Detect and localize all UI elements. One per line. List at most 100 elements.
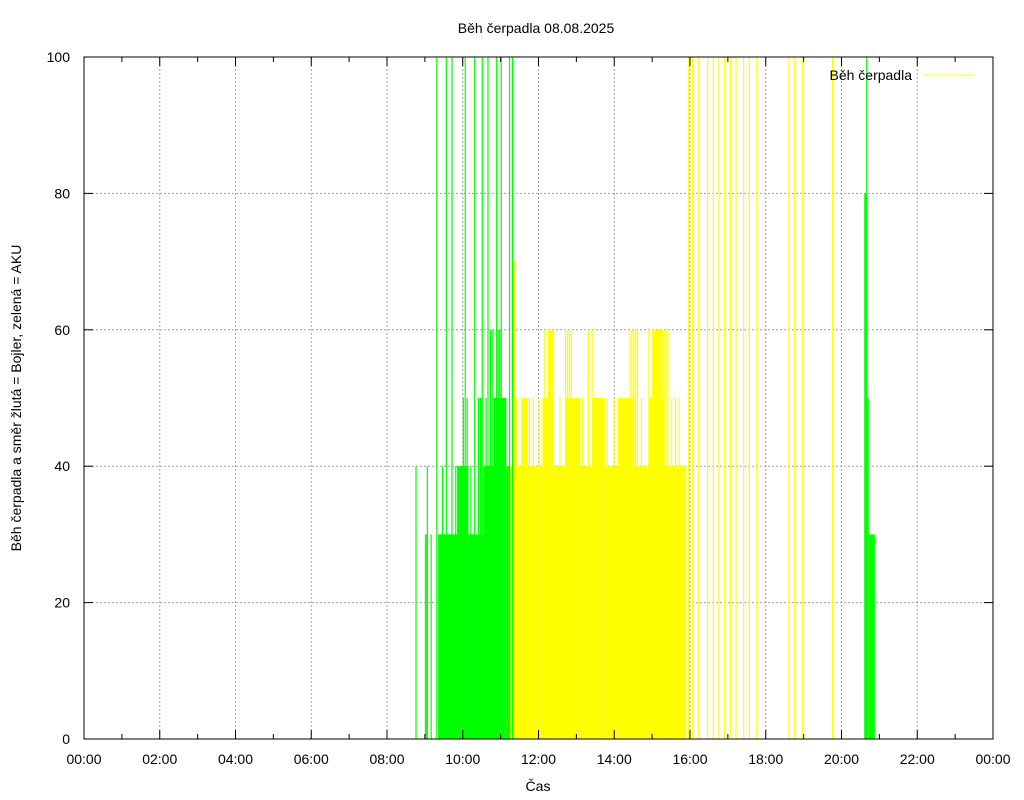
bar-spike — [538, 398, 540, 739]
bar-spike — [515, 398, 517, 739]
bar-spike — [436, 57, 438, 739]
bar-block — [591, 398, 605, 739]
bar-spike — [508, 57, 511, 739]
bar-spike — [470, 466, 472, 739]
bar-spike — [464, 57, 466, 739]
bar-spike — [748, 57, 750, 739]
bar-spike — [582, 398, 584, 739]
bar-spike — [490, 329, 492, 739]
x-tick-label: 12:00 — [521, 751, 556, 767]
x-tick-label: 20:00 — [824, 751, 859, 767]
bar-spike — [462, 398, 464, 739]
bar-spike — [718, 57, 720, 739]
x-tick-label: 02:00 — [142, 751, 177, 767]
x-tick-labels: 00:00 02:00 04:00 06:00 08:00 10:00 12:00 14:00… — [66, 751, 1010, 767]
x-tick-label: 16:00 — [672, 751, 707, 767]
bar-spike — [635, 329, 637, 739]
x-tick-label: 18:00 — [748, 751, 783, 767]
bar-spike — [707, 57, 709, 739]
bar-spike — [661, 329, 663, 739]
bar-spike — [712, 57, 714, 739]
bar-spike — [529, 398, 531, 739]
bar-spike — [523, 398, 525, 739]
bar-spike — [743, 57, 745, 739]
bar-spike — [652, 329, 654, 739]
bar-spike — [532, 398, 535, 739]
bar-spike — [551, 329, 553, 739]
bar-spike — [445, 57, 447, 739]
bar-spike — [458, 466, 461, 739]
bar-spike — [614, 398, 616, 739]
bar-spike — [674, 398, 677, 739]
bar-spike — [485, 398, 487, 739]
bar-spike — [729, 57, 731, 739]
bar-block — [580, 466, 592, 739]
bar-spike — [565, 329, 567, 739]
bar-spike — [426, 466, 428, 739]
bar-spike — [493, 398, 496, 739]
pump-run-chart: Běh čerpadla 08.08.2025 00:00 02:00 04:00 0… — [8, 20, 1011, 794]
bar-spike — [544, 329, 546, 739]
y-tick-label: 0 — [62, 731, 70, 747]
bar-spike — [678, 398, 680, 739]
bar-spike — [801, 57, 803, 739]
bar-spike — [481, 57, 483, 739]
bar-spike — [441, 466, 444, 739]
y-tick-label: 20 — [54, 595, 70, 611]
bar-spike — [667, 329, 669, 739]
bar-block — [868, 534, 875, 739]
bar-spike — [636, 329, 639, 739]
bar-spike — [576, 398, 578, 739]
bar-spike — [547, 329, 550, 739]
bar-spike — [671, 398, 673, 739]
bar-spike — [504, 466, 506, 739]
bar-spike — [648, 329, 650, 739]
bar-spike — [474, 57, 476, 739]
legend-label: Běh čerpadla — [829, 67, 912, 83]
y-tick-labels: 0 20 40 60 80 100 — [47, 49, 71, 747]
bar-spike — [697, 57, 699, 739]
bar-spike — [568, 329, 570, 739]
bar-spike — [657, 329, 660, 739]
bar-spike — [595, 398, 597, 739]
bar-spike — [631, 329, 633, 739]
bar-block — [438, 534, 458, 739]
bar-spike — [451, 57, 453, 739]
chart-title: Běh čerpadla 08.08.2025 — [458, 20, 615, 36]
bar-spike — [724, 57, 726, 739]
y-tick-label: 100 — [47, 49, 71, 65]
x-tick-label: 08:00 — [369, 751, 404, 767]
bar-spike — [497, 329, 499, 739]
x-tick-label: 00:00 — [66, 751, 101, 767]
bar-spike — [479, 398, 481, 739]
bar-block — [424, 534, 427, 739]
bar-spike — [499, 329, 501, 739]
bar-spike — [621, 398, 624, 739]
bar-spike — [492, 329, 494, 739]
bar-spike — [735, 57, 737, 739]
bar-spike — [566, 329, 569, 739]
bar-spike — [477, 398, 480, 739]
x-tick-label: 06:00 — [294, 751, 329, 767]
y-tick-label: 40 — [54, 458, 70, 474]
bar-spike — [511, 57, 514, 739]
y-axis-label: Běh čerpadla a směr žlutá = Bojler, zele… — [8, 245, 24, 552]
plot-area — [415, 57, 875, 739]
x-axis-label: Čas — [526, 778, 551, 794]
bar-spike — [502, 398, 504, 739]
x-tick-label: 22:00 — [900, 751, 935, 767]
bar-spike — [629, 329, 631, 739]
bar-spike — [788, 57, 790, 739]
bar-spike — [665, 329, 667, 739]
bar-spike — [756, 57, 758, 739]
legend: Běh čerpadla — [829, 67, 974, 83]
bar-block — [867, 398, 869, 739]
bar-spike — [866, 57, 868, 739]
bar-spike — [832, 57, 834, 739]
x-tick-label: 14:00 — [597, 751, 632, 767]
bar-spike — [570, 329, 572, 739]
bar-spike — [455, 466, 457, 739]
bar-spike — [794, 57, 796, 739]
bar-spike — [549, 329, 552, 739]
bar-spike — [654, 329, 656, 739]
